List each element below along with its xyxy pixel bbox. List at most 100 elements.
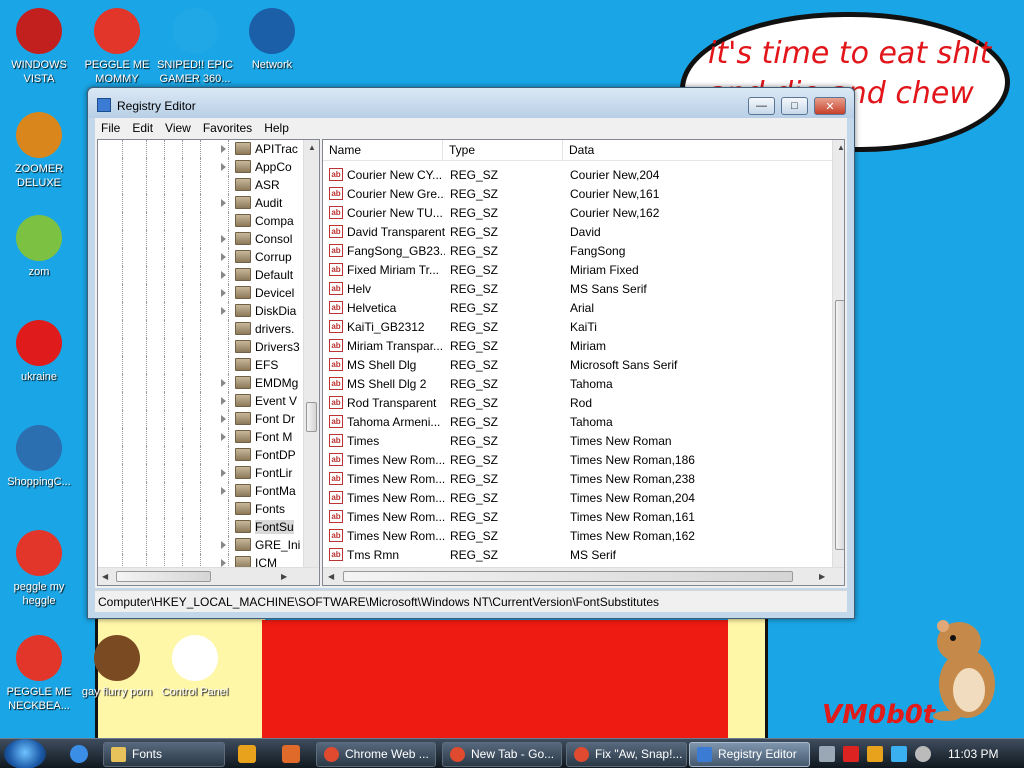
value-row[interactable]: ab Times New Rom... REG_SZ Times New Roman,… xyxy=(323,507,832,526)
volume-tray-icon[interactable] xyxy=(915,746,931,762)
desktop-icon[interactable]: gay flurry porn xyxy=(78,635,156,699)
desktop-icon[interactable]: Control Panel xyxy=(156,635,234,699)
value-row[interactable]: ab Courier New TU... REG_SZ Courier New,162 xyxy=(323,203,832,222)
desktop-icon[interactable]: ShoppingC... xyxy=(0,425,78,489)
value-row[interactable]: ab Fixed Miriam Tr... REG_SZ Miriam Fixed xyxy=(323,260,832,279)
media-player-icon[interactable] xyxy=(238,745,256,763)
display-tray-icon[interactable] xyxy=(891,746,907,762)
value-row[interactable]: ab Tahoma Armeni... REG_SZ Tahoma xyxy=(323,412,832,431)
clock[interactable]: 11:03 PM xyxy=(948,739,998,768)
values-list-pane[interactable]: Name Type Data ab Courier New CY... REG_SZ… xyxy=(322,139,845,586)
registry-tree-pane[interactable]: APITrac AppCo ASR Audit Compa Consol Corrup Def… xyxy=(97,139,320,586)
expand-arrow-icon[interactable] xyxy=(221,379,226,387)
desktop-icon[interactable]: peggle my heggle xyxy=(0,530,78,608)
value-row[interactable]: ab Times New Rom... REG_SZ Times New Roman,… xyxy=(323,488,832,507)
value-row[interactable]: ab Times REG_SZ Times New Roman xyxy=(323,431,832,450)
antivirus-tray-icon[interactable] xyxy=(843,746,859,762)
list-horizontal-scrollbar[interactable]: ◀ ▶ xyxy=(323,567,844,585)
tree-item[interactable]: FontMa xyxy=(98,482,306,500)
value-row[interactable]: ab Helvetica REG_SZ Arial xyxy=(323,298,832,317)
desktop-icon[interactable]: ZOOMER DELUXE xyxy=(0,112,78,190)
tree-item[interactable]: DiskDia xyxy=(98,302,306,320)
expand-arrow-icon[interactable] xyxy=(221,163,226,171)
expand-arrow-icon[interactable] xyxy=(221,397,226,405)
taskbar-button[interactable]: Fonts xyxy=(103,742,225,767)
expand-arrow-icon[interactable] xyxy=(221,145,226,153)
maximize-button[interactable]: □ xyxy=(781,97,808,115)
value-row[interactable]: ab Tms Rmn REG_SZ MS Serif xyxy=(323,545,832,564)
expand-arrow-icon[interactable] xyxy=(221,253,226,261)
tree-vertical-scrollbar[interactable]: ▲ ▼ xyxy=(303,140,319,581)
tree-item[interactable]: Drivers3 xyxy=(98,338,306,356)
tree-item[interactable]: EMDMg xyxy=(98,374,306,392)
value-row[interactable]: ab Miriam Transpar... REG_SZ Miriam xyxy=(323,336,832,355)
tree-item[interactable]: Font M xyxy=(98,428,306,446)
tree-hscroll-thumb[interactable] xyxy=(116,571,211,582)
tree-item[interactable]: GRE_Ini xyxy=(98,536,306,554)
scroll-right-arrow-icon[interactable]: ▶ xyxy=(281,572,287,581)
tree-item[interactable]: APITrac xyxy=(98,140,306,158)
expand-arrow-icon[interactable] xyxy=(221,415,226,423)
menu-edit[interactable]: Edit xyxy=(126,121,159,135)
tree-item[interactable]: Fonts xyxy=(98,500,306,518)
expand-arrow-icon[interactable] xyxy=(221,235,226,243)
network-tray-icon[interactable] xyxy=(819,746,835,762)
avast-icon[interactable] xyxy=(282,745,300,763)
taskbar-button[interactable]: Fix "Aw, Snap!... xyxy=(566,742,687,767)
expand-arrow-icon[interactable] xyxy=(221,469,226,477)
desktop-icon[interactable]: SNIPED!! EPIC GAMER 360... xyxy=(156,8,234,86)
menu-file[interactable]: File xyxy=(95,121,126,135)
value-row[interactable]: ab Rod Transparent REG_SZ Rod xyxy=(323,393,832,412)
desktop-icon[interactable]: zom xyxy=(0,215,78,279)
expand-arrow-icon[interactable] xyxy=(221,199,226,207)
value-row[interactable]: ab FangSong_GB23... REG_SZ FangSong xyxy=(323,241,832,260)
column-header-type[interactable]: Type xyxy=(443,140,563,161)
list-scroll-thumb[interactable] xyxy=(835,300,844,550)
tree-item[interactable]: Event V xyxy=(98,392,306,410)
tree-item[interactable]: FontSu xyxy=(98,518,306,536)
expand-arrow-icon[interactable] xyxy=(221,541,226,549)
minimize-button[interactable]: — xyxy=(748,97,775,115)
scroll-right-arrow-icon[interactable]: ▶ xyxy=(819,572,825,581)
tree-scroll-thumb[interactable] xyxy=(306,402,317,432)
title-bar[interactable]: Registry Editor — □ ✕ xyxy=(88,88,854,118)
tree-item[interactable]: Corrup xyxy=(98,248,306,266)
value-row[interactable]: ab Times New Rom... REG_SZ Times New Roman,… xyxy=(323,450,832,469)
expand-arrow-icon[interactable] xyxy=(221,271,226,279)
tree-item[interactable]: Font Dr xyxy=(98,410,306,428)
taskbar-button[interactable]: Registry Editor xyxy=(689,742,810,767)
value-row[interactable]: ab David Transparent REG_SZ David xyxy=(323,222,832,241)
desktop-icon[interactable]: WINDOWS VISTA xyxy=(0,8,78,86)
list-hscroll-thumb[interactable] xyxy=(343,571,793,582)
value-row[interactable]: ab MS Shell Dlg 2 REG_SZ Tahoma xyxy=(323,374,832,393)
expand-arrow-icon[interactable] xyxy=(221,433,226,441)
menu-favorites[interactable]: Favorites xyxy=(197,121,258,135)
value-row[interactable]: ab Times New Rom... REG_SZ Times New Roman,… xyxy=(323,526,832,545)
scroll-left-arrow-icon[interactable]: ◀ xyxy=(102,572,108,581)
taskbar-button[interactable]: Chrome Web ... xyxy=(316,742,436,767)
tree-item[interactable]: EFS xyxy=(98,356,306,374)
registry-editor-window[interactable]: Registry Editor — □ ✕ File Edit View Favori… xyxy=(87,87,855,619)
tree-item[interactable]: ASR xyxy=(98,176,306,194)
search-tray-icon[interactable] xyxy=(867,746,883,762)
tree-item[interactable]: Consol xyxy=(98,230,306,248)
start-button[interactable] xyxy=(4,739,46,768)
desktop-icon[interactable]: Network xyxy=(233,8,311,72)
value-row[interactable]: ab Times New Rom... REG_SZ Times New Roman,… xyxy=(323,469,832,488)
scroll-up-arrow-icon[interactable]: ▲ xyxy=(308,143,316,152)
menu-view[interactable]: View xyxy=(159,121,197,135)
column-header-data[interactable]: Data xyxy=(563,140,832,161)
expand-arrow-icon[interactable] xyxy=(221,289,226,297)
menu-help[interactable]: Help xyxy=(258,121,295,135)
desktop-icon[interactable]: PEGGLE ME NECKBEA... xyxy=(0,635,78,713)
value-row[interactable]: ab KaiTi_GB2312 REG_SZ KaiTi xyxy=(323,317,832,336)
scroll-up-arrow-icon[interactable]: ▲ xyxy=(837,143,844,152)
expand-arrow-icon[interactable] xyxy=(221,487,226,495)
value-row[interactable]: ab Helv REG_SZ MS Sans Serif xyxy=(323,279,832,298)
value-row[interactable]: ab MS Shell Dlg REG_SZ Microsoft Sans Serif xyxy=(323,355,832,374)
ie-icon[interactable] xyxy=(70,745,88,763)
close-button[interactable]: ✕ xyxy=(814,97,846,115)
tree-item[interactable]: FontLir xyxy=(98,464,306,482)
expand-arrow-icon[interactable] xyxy=(221,559,226,567)
tree-item[interactable]: drivers. xyxy=(98,320,306,338)
